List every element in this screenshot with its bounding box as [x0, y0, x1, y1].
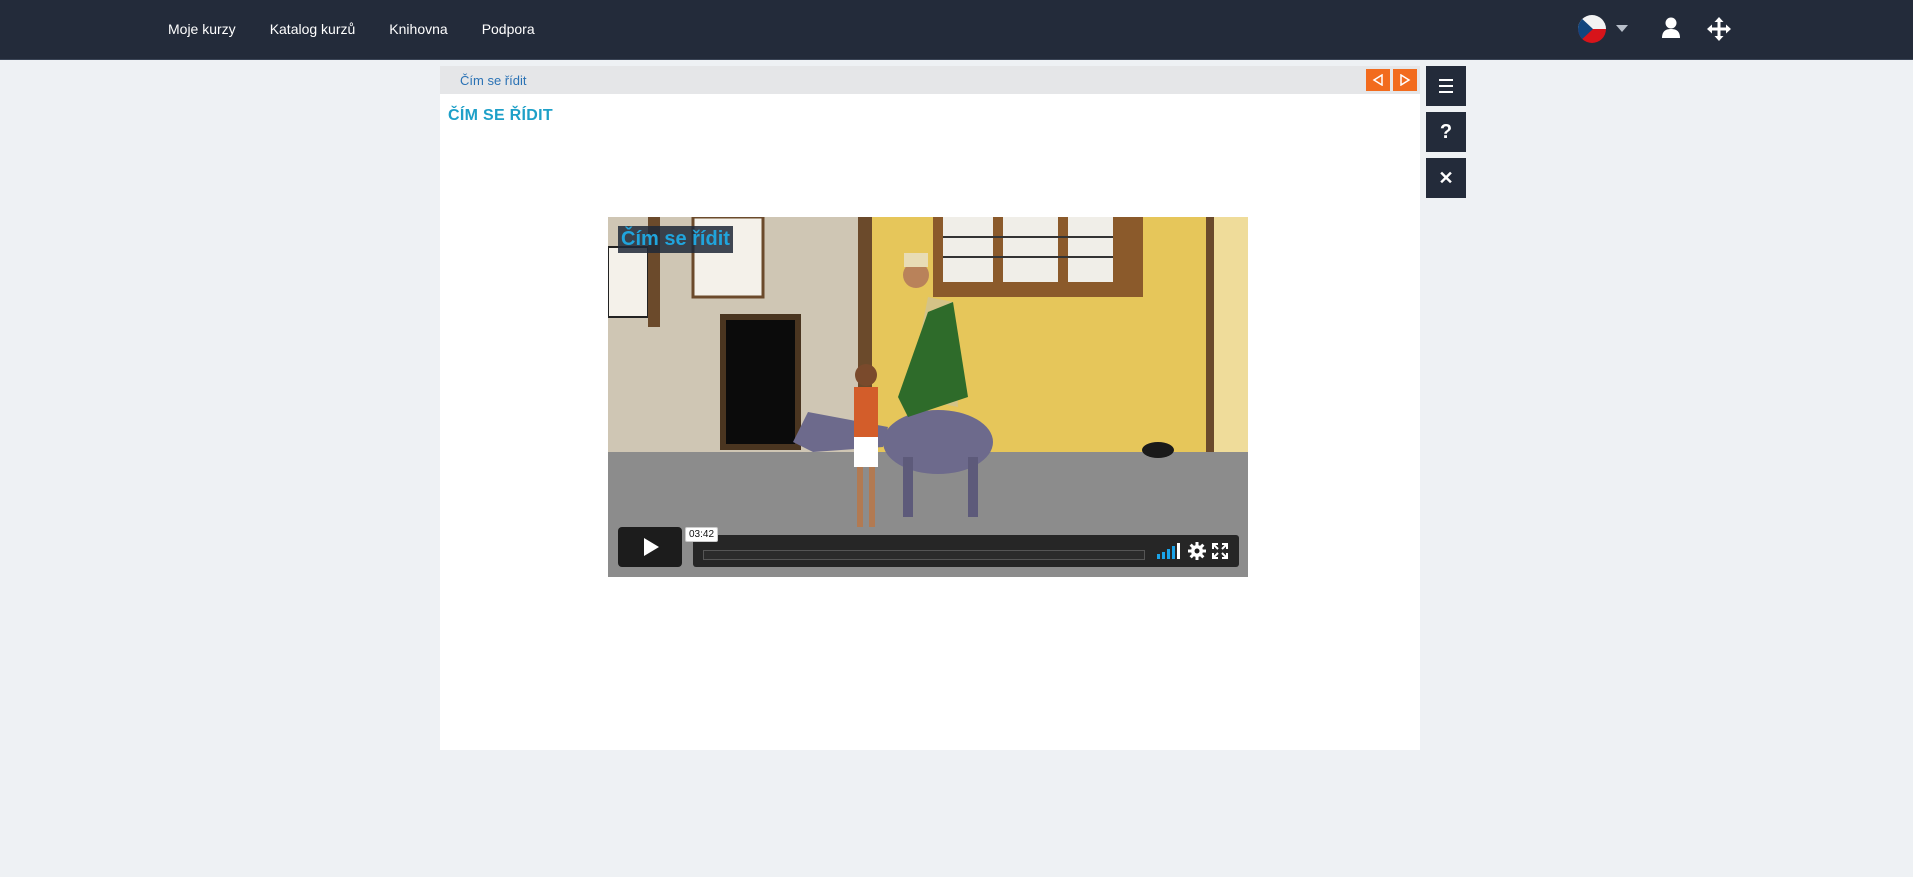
czech-flag-icon[interactable]: [1578, 15, 1606, 43]
top-navigation-bar: Moje kurzy Katalog kurzů Knihovna Podpor…: [0, 0, 1913, 60]
triangle-left-icon: [1372, 74, 1383, 86]
video-controls-bar: [693, 535, 1239, 567]
nav-link-library[interactable]: Knihovna: [389, 21, 447, 37]
play-button[interactable]: [618, 527, 682, 567]
play-icon: [644, 538, 659, 556]
move-icon[interactable]: [1707, 17, 1731, 41]
user-icon[interactable]: [1661, 17, 1681, 39]
menu-icon: [1439, 79, 1453, 93]
breadcrumb: Čím se řídit: [440, 66, 1420, 94]
breadcrumb-item[interactable]: Čím se řídit: [460, 73, 526, 88]
question-mark-icon: ?: [1439, 121, 1453, 143]
menu-button[interactable]: [1426, 66, 1466, 106]
video-progress-bar[interactable]: [703, 550, 1145, 560]
main-nav: Moje kurzy Katalog kurzů Knihovna Podpor…: [168, 0, 569, 58]
close-button[interactable]: ✕: [1426, 158, 1466, 198]
page-title: ČÍM SE ŘÍDIT: [448, 107, 553, 124]
video-title-overlay: Čím se řídit: [618, 226, 733, 253]
settings-gear-icon[interactable]: [1188, 542, 1206, 560]
triangle-right-icon: [1400, 74, 1411, 86]
video-player[interactable]: Čím se řídit 03:42: [608, 217, 1248, 577]
next-page-button[interactable]: [1393, 69, 1417, 91]
close-icon: ✕: [1438, 168, 1454, 188]
time-tooltip: 03:42: [685, 527, 719, 542]
nav-link-support[interactable]: Podpora: [482, 21, 535, 37]
chevron-down-icon[interactable]: [1616, 25, 1628, 32]
fullscreen-icon[interactable]: [1212, 543, 1228, 559]
volume-icon[interactable]: [1156, 543, 1180, 559]
help-button[interactable]: ?: [1426, 112, 1466, 152]
video-frame-illustration: [608, 217, 1248, 577]
lesson-panel: Čím se řídit ČÍM SE ŘÍDIT Čím se řídit 0…: [440, 66, 1420, 750]
previous-page-button[interactable]: [1366, 69, 1390, 91]
nav-link-my-courses[interactable]: Moje kurzy: [168, 21, 236, 37]
nav-link-course-catalog[interactable]: Katalog kurzů: [270, 21, 356, 37]
